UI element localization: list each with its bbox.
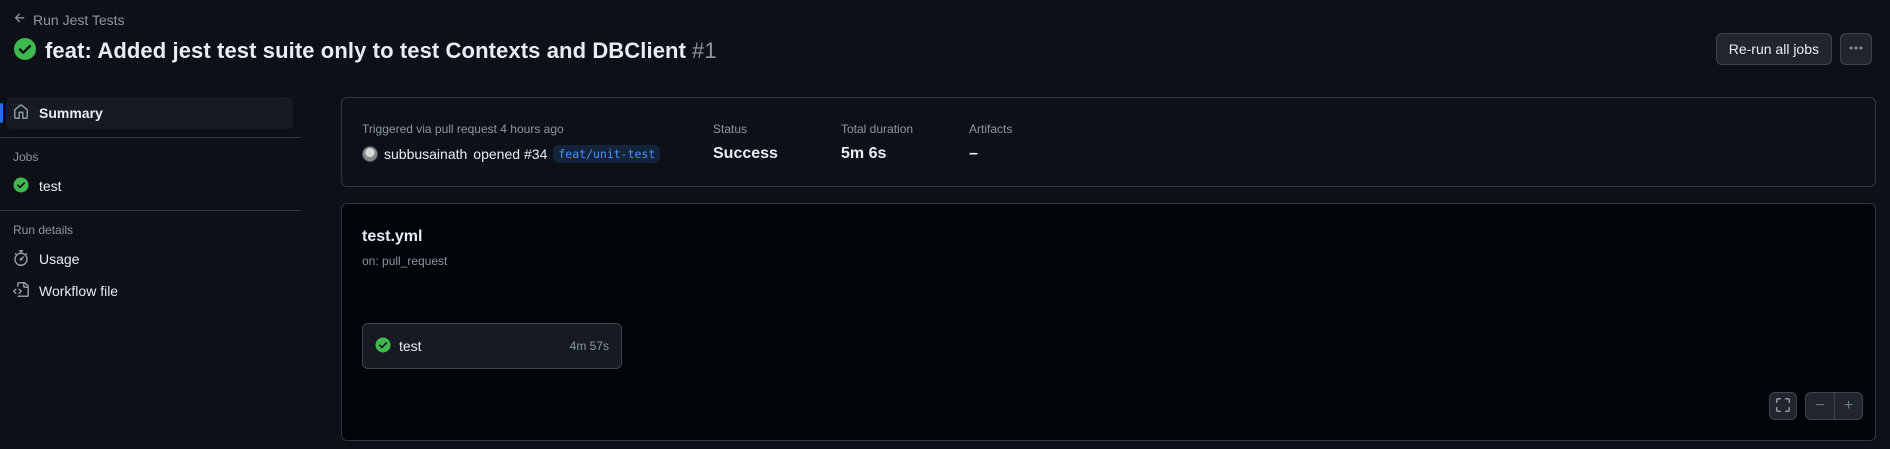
trigger-text: Triggered via pull request 4 hours ago: [362, 122, 564, 136]
page-title: feat: Added jest test suite only to test…: [45, 38, 717, 64]
back-link[interactable]: Run Jest Tests: [13, 11, 125, 28]
check-circle-fill-icon: [13, 177, 29, 196]
run-number: #1: [692, 37, 717, 63]
status-info: Status Success: [713, 122, 778, 163]
header-actions: Re-run all jobs: [1715, 33, 1872, 65]
workflow-file-name[interactable]: test.yml: [362, 228, 422, 246]
more-actions-button[interactable]: [1840, 33, 1872, 65]
sidebar-item-usage[interactable]: Usage: [6, 243, 293, 275]
kebab-horizontal-icon: [1848, 40, 1864, 59]
username-link[interactable]: subbusainath: [384, 146, 467, 162]
zoom-in-button[interactable]: +: [1834, 393, 1862, 419]
trigger-action: opened: [473, 146, 521, 162]
graph-zoom-controls: − +: [1769, 392, 1863, 420]
avatar[interactable]: [362, 146, 378, 162]
fullscreen-button[interactable]: [1769, 392, 1797, 420]
artifacts-info: Artifacts –: [969, 122, 1012, 163]
sidebar: Summary Jobs test Run details Usage Work…: [0, 97, 301, 307]
zoom-out-button[interactable]: −: [1806, 393, 1834, 419]
job-name: test: [399, 338, 422, 354]
sidebar-item-job-test[interactable]: test: [6, 170, 293, 202]
duration-label: Total duration: [841, 122, 914, 136]
run-title: feat: Added jest test suite only to test…: [45, 37, 687, 63]
sidebar-item-summary[interactable]: Summary: [0, 97, 293, 129]
file-code-icon: [13, 281, 29, 301]
rerun-all-jobs-button[interactable]: Re-run all jobs: [1715, 33, 1832, 65]
duration-value: 5m 6s: [841, 145, 887, 162]
page-title-row: feat: Added jest test suite only to test…: [13, 37, 717, 64]
check-circle-fill-icon: [375, 337, 391, 356]
sidebar-item-label: Workflow file: [39, 283, 119, 299]
sidebar-item-label: Usage: [39, 251, 80, 267]
job-duration: 4m 57s: [569, 339, 609, 353]
branch-tag[interactable]: feat/unit-test: [553, 145, 661, 163]
back-link-label: Run Jest Tests: [33, 11, 125, 28]
sidebar-heading-run-details: Run details: [13, 223, 74, 237]
screen-full-icon: [1775, 397, 1791, 416]
stopwatch-icon: [13, 249, 29, 269]
sidebar-item-label: test: [39, 178, 62, 194]
artifacts-label: Artifacts: [969, 122, 1013, 136]
home-icon: [13, 103, 29, 123]
trigger-detail: subbusainath opened #34 feat/unit-test: [362, 145, 661, 163]
sidebar-item-workflow-file[interactable]: Workflow file: [6, 275, 293, 307]
workflow-graph-card: test.yml on: pull_request test 4m 57s − …: [341, 203, 1876, 441]
check-circle-fill-icon: [13, 37, 37, 64]
trigger-info: Triggered via pull request 4 hours ago s…: [362, 122, 661, 163]
sidebar-item-label: Summary: [39, 105, 103, 121]
sidebar-heading-jobs: Jobs: [13, 150, 39, 164]
artifacts-value: –: [969, 145, 978, 162]
pr-number-link[interactable]: #34: [524, 146, 547, 162]
run-summary-card: Triggered via pull request 4 hours ago s…: [341, 97, 1876, 187]
job-node-test[interactable]: test 4m 57s: [362, 323, 622, 369]
duration-info: Total duration 5m 6s: [841, 122, 913, 163]
workflow-trigger: on: pull_request: [362, 254, 448, 268]
arrow-left-icon: [13, 11, 27, 28]
status-value: Success: [713, 145, 778, 162]
status-label: Status: [713, 122, 748, 136]
zoom-button-group: − +: [1805, 392, 1863, 420]
workflow-run-page: Run Jest Tests feat: Added jest test sui…: [0, 0, 1890, 449]
